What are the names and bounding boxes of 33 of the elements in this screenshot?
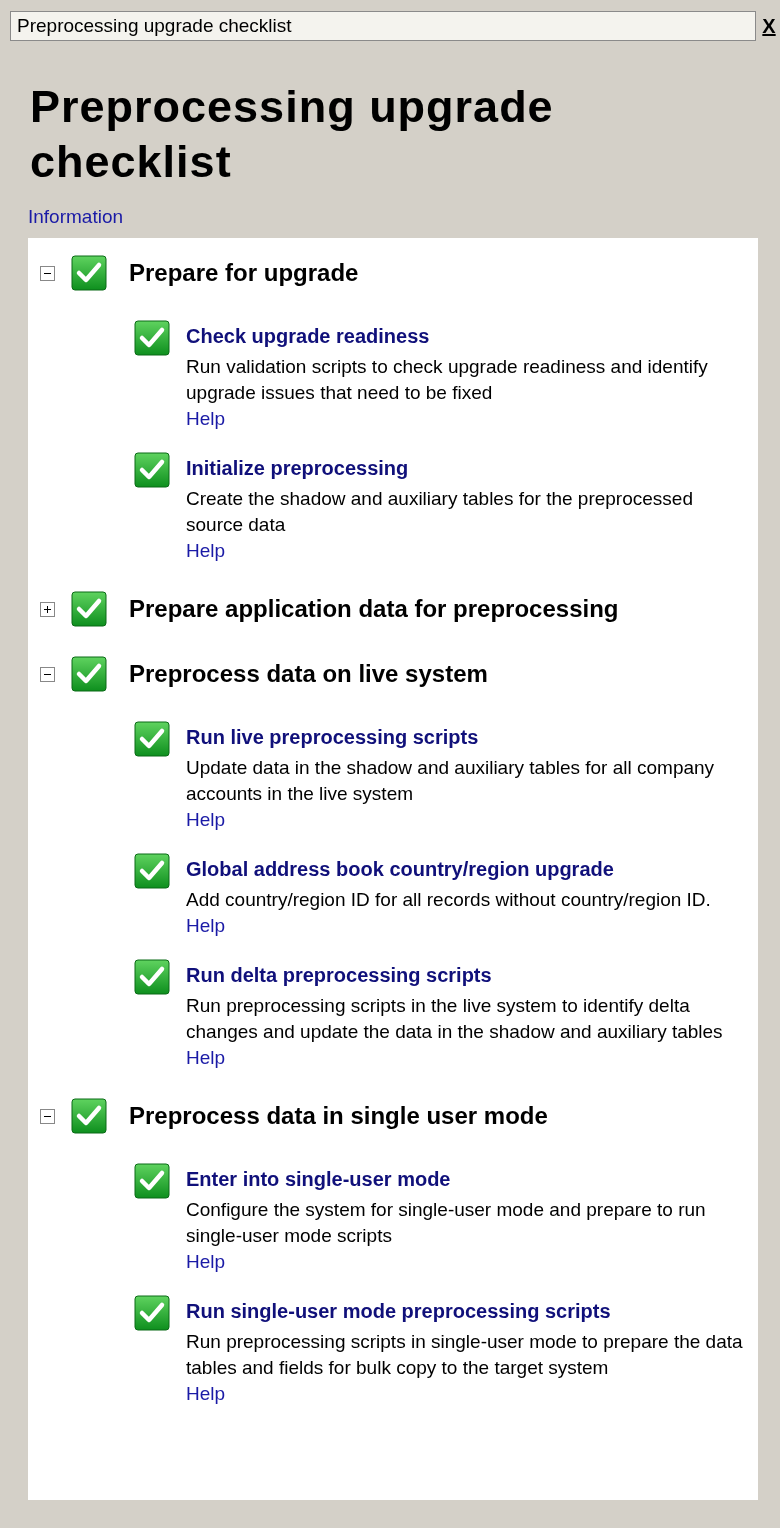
task-description: Add country/region ID for all records without country/region ID. xyxy=(186,888,711,912)
task-link[interactable]: Check upgrade readiness xyxy=(186,319,430,354)
help-link[interactable]: Help xyxy=(186,538,226,564)
expander-toggle[interactable] xyxy=(40,265,55,281)
task-link[interactable]: Run live preprocessing scripts xyxy=(186,720,479,755)
task-link[interactable]: Global address book country/region upgrade xyxy=(186,852,614,887)
task-description: Run preprocessing scripts in the live system to identify delta changes and update the data in the shadow and auxiliary tables xyxy=(186,994,724,1044)
task-description: Update data in the shadow and auxiliary tables for all company accounts in the live system xyxy=(186,756,716,806)
expander-toggle[interactable] xyxy=(40,1108,55,1124)
help-link[interactable]: Help xyxy=(186,807,226,833)
task-description: Configure the system for single-user mode and prepare to run single-user mode scripts xyxy=(186,1198,707,1248)
task-link[interactable]: Run single-user mode preprocessing scripts xyxy=(186,1294,611,1329)
expander-toggle[interactable] xyxy=(40,666,55,682)
page-heading: Preprocessing upgrade checklist xyxy=(30,80,555,189)
task-description: Run validation scripts to check upgrade readiness and identify upgrade issues that need to be fixed xyxy=(186,355,709,405)
task-link[interactable]: Initialize preprocessing xyxy=(186,451,409,486)
group-title: Prepare for upgrade xyxy=(129,259,359,287)
group-title: Preprocess data on live system xyxy=(129,660,488,688)
expander-toggle[interactable] xyxy=(40,601,55,617)
help-link[interactable]: Help xyxy=(186,913,226,939)
task-description: Run preprocessing scripts in single-user mode to prepare the data tables and fields for bulk copy to the target system xyxy=(186,1330,744,1380)
help-link[interactable]: Help xyxy=(186,1249,226,1275)
close-button[interactable]: X xyxy=(758,14,780,38)
task-link[interactable]: Enter into single-user mode xyxy=(186,1162,451,1197)
help-link[interactable]: Help xyxy=(186,1381,226,1407)
information-link[interactable]: Information xyxy=(28,204,124,230)
task-link[interactable]: Run delta preprocessing scripts xyxy=(186,958,492,993)
group-title: Prepare application data for preprocessing xyxy=(129,595,619,623)
task-description: Create the shadow and auxiliary tables for the preprocessed source data xyxy=(186,487,694,537)
group-title: Preprocess data in single user mode xyxy=(129,1102,548,1130)
help-link[interactable]: Help xyxy=(186,1045,226,1071)
window-title: Preprocessing upgrade checklist xyxy=(10,11,756,41)
help-link[interactable]: Help xyxy=(186,406,226,432)
